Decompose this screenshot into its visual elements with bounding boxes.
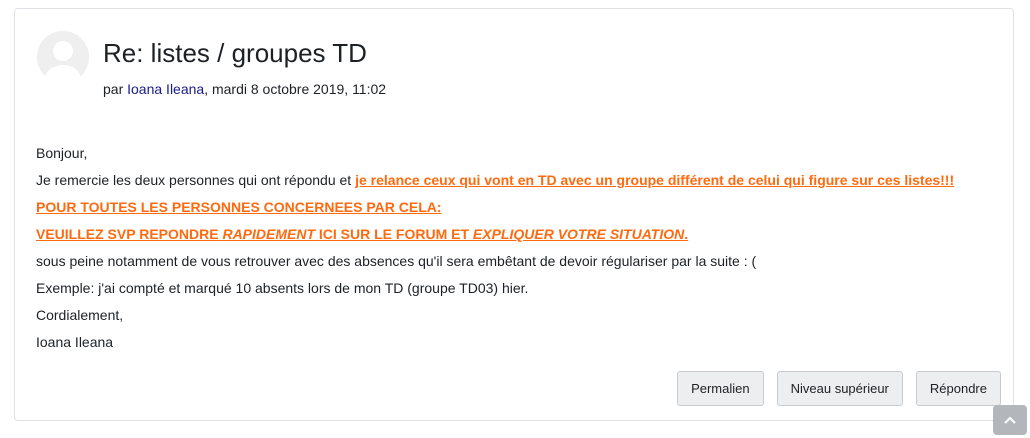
chevron-up-icon [1004, 411, 1016, 429]
post-title: Re: listes / groupes TD [103, 38, 367, 68]
body-line: Ioana Ileana [36, 334, 114, 350]
post-content: Bonjour, Je remercie les deux personnes … [36, 143, 996, 359]
forum-post: Re: listes / groupes TD par Ioana Ileana… [14, 8, 1014, 421]
body-line: Exemple: j'ai compté et marqué 10 absent… [36, 280, 529, 296]
post-actions: Permalien Niveau supérieur Répondre [677, 371, 1001, 406]
byline-prefix: par [103, 81, 128, 97]
parent-post-button[interactable]: Niveau supérieur [776, 371, 903, 406]
emphasized-text: EXPLIQUER VOTRE SITUATION [472, 226, 685, 242]
reply-button[interactable]: Répondre [915, 371, 1001, 406]
post-date: , mardi 8 octobre 2019, 11:02 [204, 81, 387, 97]
body-line: Bonjour, [36, 145, 88, 161]
emphasized-text: RAPIDEMENT [222, 226, 316, 242]
body-line: sous peine notamment de vous retrouver a… [36, 253, 757, 269]
scroll-to-top-button[interactable] [993, 405, 1027, 435]
body-line: Cordialement, [36, 307, 124, 323]
highlighted-text-part: VEUILLEZ SVP REPONDRE [36, 226, 223, 242]
user-avatar-icon[interactable] [37, 31, 89, 83]
body-line: Je remercie les deux personnes qui ont r… [36, 170, 996, 190]
body-line: POUR TOUTES LES PERSONNES CONCERNEES PAR… [36, 197, 996, 217]
highlighted-text: POUR TOUTES LES PERSONNES CONCERNEES PAR… [36, 199, 442, 215]
author-link[interactable]: Ioana Ileana [127, 81, 204, 97]
body-line: VEUILLEZ SVP REPONDRE RAPIDEMENT ICI SUR… [36, 224, 996, 244]
highlighted-text: je relance ceux qui vont en TD avec un g… [355, 172, 955, 188]
permalink-button[interactable]: Permalien [677, 371, 764, 406]
highlighted-text-part: ICI SUR LE FORUM ET [315, 226, 473, 242]
highlighted-text: VEUILLEZ SVP REPONDRE RAPIDEMENT ICI SUR… [36, 226, 688, 242]
body-text: Je remercie les deux personnes qui ont r… [36, 172, 356, 188]
post-byline: par Ioana Ileana, mardi 8 octobre 2019, … [103, 79, 386, 99]
highlighted-text-part: . [684, 226, 689, 242]
